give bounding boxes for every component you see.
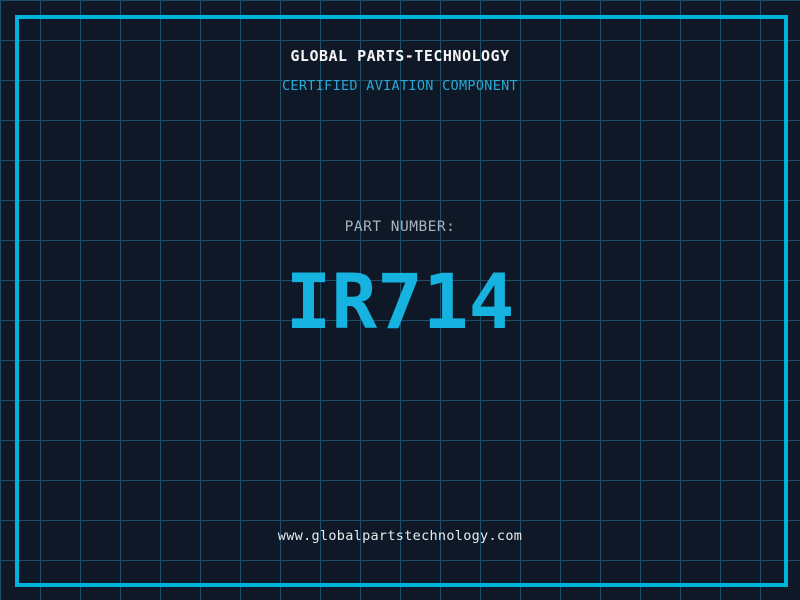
certification-subtitle: CERTIFIED AVIATION COMPONENT (0, 80, 800, 94)
company-name: GLOBAL PARTS-TECHNOLOGY (0, 49, 800, 64)
grid-background: GLOBAL PARTS-TECHNOLOGY CERTIFIED AVIATI… (0, 0, 800, 600)
website-url: www.globalpartstechnology.com (0, 530, 800, 544)
part-number-label: PART NUMBER: (0, 220, 800, 235)
part-number-value: IR714 (0, 264, 800, 340)
